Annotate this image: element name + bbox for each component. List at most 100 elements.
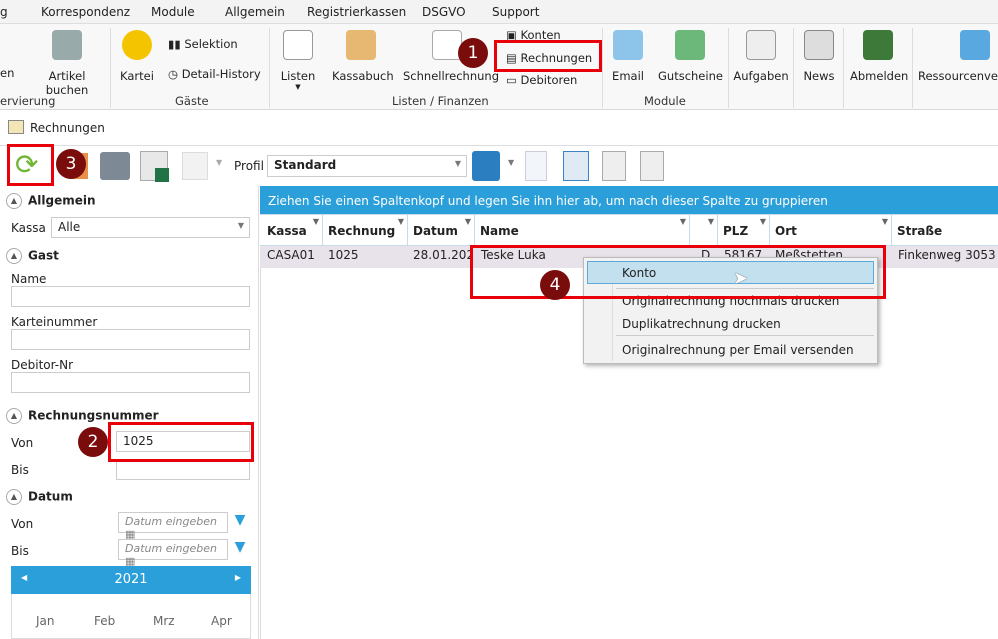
exit-door-icon	[863, 30, 893, 60]
detail-history-button[interactable]: ◷ Detail-History	[168, 67, 261, 81]
gutscheine-button[interactable]: Gutscheine	[658, 30, 723, 83]
chevron-down-icon[interactable]: ▼	[508, 158, 514, 167]
label: Kassabuch	[332, 69, 394, 83]
group-gaeste: Gäste	[175, 94, 209, 108]
column-land[interactable]: ▼	[690, 215, 718, 245]
menu-registrierkassen[interactable]: Registrierkassen	[307, 5, 406, 19]
menu-korrespondenz[interactable]: Korrespondenz	[41, 5, 130, 19]
filter-funnel-icon[interactable]: ▼	[230, 512, 250, 533]
cell-strasse: Finkenweg 3053	[898, 248, 996, 262]
filter-icon[interactable]: ▼	[882, 217, 888, 226]
section-datum[interactable]: ▲ Datum	[6, 489, 73, 505]
label: Datum	[413, 224, 458, 238]
listen-button[interactable]: Listen ▼	[280, 30, 316, 91]
step-badge-4: 4	[540, 270, 570, 300]
month-mrz[interactable]: Mrz	[153, 614, 175, 628]
print-icon[interactable]	[100, 152, 130, 180]
aufgaben-button[interactable]: Aufgaben	[733, 30, 789, 83]
column-datum[interactable]: Datum ▼	[408, 215, 475, 245]
bis-label: Bis	[11, 463, 29, 477]
month-feb[interactable]: Feb	[94, 614, 115, 628]
chevron-down-icon[interactable]: ▼	[216, 158, 222, 167]
filter-icon[interactable]: ▼	[680, 217, 686, 226]
menu-item-email-versenden[interactable]: Originalrechnung per Email versenden	[622, 343, 854, 357]
calendar-header: ◀ 2021 ▶	[11, 566, 251, 594]
excel-export-icon[interactable]	[140, 151, 169, 182]
delete-profile-icon[interactable]	[525, 151, 547, 181]
label: Detail-History	[181, 67, 261, 81]
group-panel[interactable]: Ziehen Sie einen Spaltenkopf und legen S…	[260, 186, 998, 214]
label: Abmelden	[850, 69, 909, 83]
section-allgemein[interactable]: ▲ Allgemein	[6, 193, 96, 209]
profil-select[interactable]: Standard ▼	[267, 155, 467, 177]
save-profile-icon[interactable]	[472, 151, 500, 181]
menu-dsgvo[interactable]: DSGVO	[422, 5, 466, 19]
abmelden-button[interactable]: Abmelden	[850, 30, 909, 83]
label: Rechnungsnummer	[28, 408, 159, 423]
list-icon	[283, 30, 313, 60]
label: Gutscheine	[658, 69, 723, 83]
menu-allgemein[interactable]: Allgemein	[225, 5, 285, 19]
news-button[interactable]: News	[800, 30, 838, 83]
column-ort[interactable]: Ort ▼	[770, 215, 892, 245]
reservierung-button[interactable]: en	[0, 66, 14, 80]
kassabuch-button[interactable]: Kassabuch	[332, 30, 394, 83]
menu-item-duplikat-drucken[interactable]: Duplikatrechnung drucken	[622, 317, 781, 331]
filter-icon[interactable]: ▼	[398, 217, 404, 226]
next-year-icon[interactable]: ▶	[235, 573, 241, 582]
kassa-label: Kassa	[11, 221, 46, 235]
column-rechnung[interactable]: Rechnung ▼	[323, 215, 408, 245]
column-name[interactable]: Name ▼	[475, 215, 690, 245]
label: Datum	[28, 489, 73, 504]
chevron-down-icon: ▼	[454, 159, 461, 168]
name-input[interactable]	[11, 286, 250, 307]
document-export-icon[interactable]	[182, 152, 208, 180]
menu-partial[interactable]: g	[0, 5, 8, 19]
section-gast[interactable]: ▲ Gast	[6, 248, 59, 264]
ressourcen-button[interactable]: Ressourcenverw	[918, 30, 998, 83]
filter-funnel-icon[interactable]: ▼	[230, 539, 250, 560]
filter-panel: ▲ Allgemein Kassa Alle ▼ ▲ Gast Name Kartei…	[0, 186, 259, 639]
save-as-icon[interactable]	[563, 151, 589, 181]
column-strasse[interactable]: Straße	[892, 215, 998, 245]
datum-von-label: Von	[11, 517, 34, 531]
filter-icon[interactable]: ▼	[465, 217, 471, 226]
placeholder: Datum eingeben	[125, 515, 217, 528]
menu-support[interactable]: Support	[492, 5, 539, 19]
month-apr[interactable]: Apr	[211, 614, 232, 628]
artikel-buchen-button[interactable]: Artikel buchen	[28, 30, 106, 97]
kartei-button[interactable]: Kartei	[118, 30, 156, 83]
datum-bis-input[interactable]: Datum eingeben ▦	[118, 539, 228, 568]
placeholder: Datum eingeben	[125, 542, 217, 555]
menu-module[interactable]: Module	[151, 5, 195, 19]
filter-icon[interactable]: ▼	[313, 217, 319, 226]
debitor-label: Debitor-Nr	[11, 358, 74, 372]
smiley-icon	[122, 30, 152, 60]
column-kassa[interactable]: Kassa ▼	[262, 215, 323, 245]
email-button[interactable]: Email	[610, 30, 646, 83]
karteinummer-input[interactable]	[11, 329, 250, 350]
month-jan[interactable]: Jan	[36, 614, 55, 628]
selektion-button[interactable]: ▮▮ Selektion	[168, 37, 238, 51]
kassa-value: Alle	[58, 220, 81, 234]
import-icon[interactable]	[602, 151, 626, 181]
datum-von-input[interactable]: Datum eingeben ▦	[118, 512, 228, 541]
kassa-select[interactable]: Alle ▼	[51, 217, 250, 238]
export-icon[interactable]	[640, 151, 664, 181]
filter-icon[interactable]: ▼	[708, 217, 714, 226]
group-reservierung: ervierung	[0, 94, 56, 108]
label: Ressourcenverw	[918, 69, 998, 83]
label: PLZ	[723, 224, 749, 238]
debitoren-button[interactable]: ▭ Debitoren	[506, 73, 577, 87]
label: Artikel buchen	[45, 69, 89, 97]
filter-icon[interactable]: ▼	[760, 217, 766, 226]
rechnung-bis-input[interactable]	[116, 459, 250, 480]
column-plz[interactable]: PLZ ▼	[718, 215, 770, 245]
calendar-year[interactable]: 2021	[11, 572, 251, 587]
calendar-icon	[960, 30, 990, 60]
debitor-input[interactable]	[11, 372, 250, 393]
group-listen-finanzen: Listen / Finanzen	[392, 94, 489, 108]
cell-rechnung: 1025	[328, 248, 359, 262]
label: Rechnung	[328, 224, 396, 238]
label: Allgemein	[28, 193, 96, 208]
